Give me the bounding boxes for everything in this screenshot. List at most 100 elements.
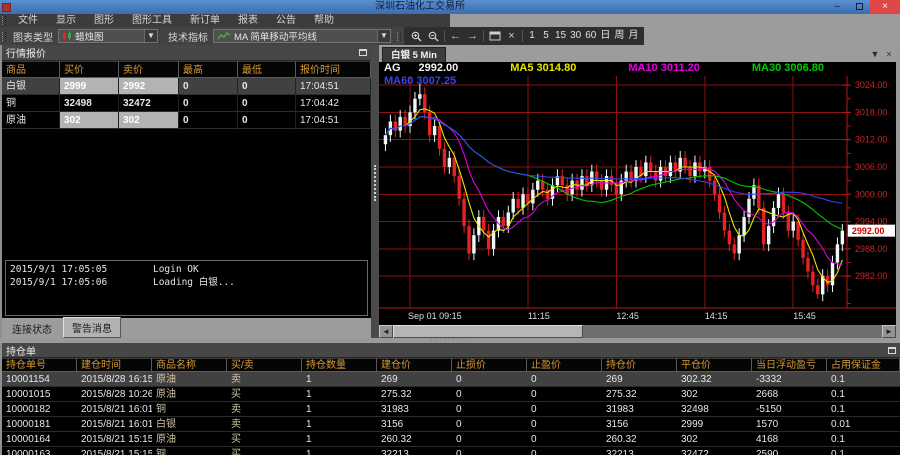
quote-cell-bid[interactable]: 32498	[60, 95, 119, 112]
position-cell[interactable]: 0	[452, 402, 527, 417]
period-button-日[interactable]: 日	[598, 27, 612, 45]
position-cell[interactable]: 0.1	[827, 372, 900, 387]
position-cell[interactable]: 0	[527, 387, 602, 402]
position-cell[interactable]: -3332	[752, 372, 827, 387]
position-cell[interactable]: 10000164	[2, 432, 77, 447]
position-cell[interactable]: 2015/8/21 16:01:29	[77, 402, 152, 417]
menu-item-3[interactable]: 图形	[85, 14, 123, 27]
position-cell[interactable]: 铜	[152, 447, 227, 455]
position-cell[interactable]: 2668	[752, 387, 827, 402]
position-cell[interactable]: 1	[302, 387, 377, 402]
menubar-grip[interactable]	[2, 16, 6, 25]
minimize-button[interactable]: –	[826, 0, 848, 14]
period-button-60[interactable]: 60	[583, 27, 598, 45]
position-cell[interactable]: 2999	[677, 417, 752, 432]
position-cell[interactable]: 1	[302, 372, 377, 387]
menu-item-4[interactable]: 图形工具	[123, 14, 181, 27]
position-cell[interactable]: 2590	[752, 447, 827, 455]
chart-type-dropdown[interactable]: 蜡烛图 ▼	[58, 29, 158, 43]
position-cell[interactable]: 买	[227, 447, 302, 455]
position-cell[interactable]: 1	[302, 417, 377, 432]
restore-panel-icon[interactable]	[888, 347, 896, 354]
position-cell[interactable]: 1	[302, 402, 377, 417]
quote-cell-name[interactable]: 白银	[2, 78, 60, 95]
scrollbar-thumb[interactable]	[393, 325, 583, 338]
position-cell[interactable]: 0	[527, 447, 602, 455]
position-cell[interactable]: 0.1	[827, 447, 900, 455]
quote-cell-ask[interactable]: 2992	[119, 78, 179, 95]
position-cell[interactable]: 260.32	[377, 432, 452, 447]
position-cell[interactable]: 260.32	[602, 432, 677, 447]
new-window-button[interactable]	[486, 29, 503, 44]
chevron-down-icon[interactable]: ▼	[144, 30, 157, 42]
position-cell[interactable]: 10001015	[2, 387, 77, 402]
quote-cell-name[interactable]: 原油	[2, 112, 60, 129]
position-cell[interactable]: 10000182	[2, 402, 77, 417]
position-cell[interactable]: 0.01	[827, 417, 900, 432]
candlestick-chart[interactable]: 3024.003018.003012.003006.003000.002994.…	[379, 62, 896, 325]
position-cell[interactable]: 0	[527, 432, 602, 447]
position-cell[interactable]: 32213	[377, 447, 452, 455]
quote-cell-name[interactable]: 铜	[2, 95, 60, 112]
position-cell[interactable]: 2015/8/28 10:26:20	[77, 387, 152, 402]
position-cell[interactable]: 卖	[227, 372, 302, 387]
scrollbar-right-arrow[interactable]: ►	[882, 325, 896, 338]
period-button-月[interactable]: 月	[626, 27, 640, 45]
quote-cell-time[interactable]: 17:04:42	[296, 95, 371, 112]
position-cell[interactable]: 269	[602, 372, 677, 387]
restore-panel-icon[interactable]	[359, 49, 367, 56]
tab-alert-messages[interactable]: 警告消息	[63, 317, 121, 338]
position-cell[interactable]: 4168	[752, 432, 827, 447]
chevron-down-icon[interactable]: ▼	[377, 30, 390, 42]
position-cell[interactable]: 0.1	[827, 402, 900, 417]
position-cell[interactable]: 10000163	[2, 447, 77, 455]
scroll-right-button[interactable]: →	[464, 29, 481, 44]
zoom-out-button[interactable]	[425, 29, 442, 44]
position-cell[interactable]: 买	[227, 387, 302, 402]
quote-cell-low[interactable]: 0	[238, 112, 296, 129]
tab-connection-status[interactable]: 连接状态	[4, 319, 60, 338]
quote-cell-time[interactable]: 17:04:51	[296, 112, 371, 129]
position-cell[interactable]: 2015/8/28 16:15:24	[77, 372, 152, 387]
position-cell[interactable]: 10000181	[2, 417, 77, 432]
position-cell[interactable]: 31983	[602, 402, 677, 417]
menu-item-1[interactable]: 文件	[9, 14, 47, 27]
position-cell[interactable]: 卖	[227, 417, 302, 432]
position-cell[interactable]: 32472	[677, 447, 752, 455]
position-cell[interactable]: 买	[227, 432, 302, 447]
position-cell[interactable]: 275.32	[377, 387, 452, 402]
position-cell[interactable]: 302	[677, 387, 752, 402]
position-cell[interactable]: 302	[677, 432, 752, 447]
position-cell[interactable]: 32498	[677, 402, 752, 417]
position-cell[interactable]: 2015/8/21 15:15:24	[77, 432, 152, 447]
position-cell[interactable]: 原油	[152, 432, 227, 447]
position-cell[interactable]: 卖	[227, 402, 302, 417]
indicator-dropdown[interactable]: MA 简单移动平均线 ▼	[213, 29, 391, 43]
scrollbar-track[interactable]	[393, 325, 882, 338]
position-cell[interactable]: 原油	[152, 372, 227, 387]
position-cell[interactable]: 3156	[602, 417, 677, 432]
menu-item-2[interactable]: 显示	[47, 14, 85, 27]
quote-cell-high[interactable]: 0	[179, 78, 238, 95]
position-cell[interactable]: 0	[452, 387, 527, 402]
toolbar-grip-2[interactable]	[397, 32, 401, 41]
position-cell[interactable]: 1	[302, 447, 377, 455]
position-cell[interactable]: -5150	[752, 402, 827, 417]
quote-cell-bid[interactable]: 302	[60, 112, 119, 129]
position-cell[interactable]: 0	[452, 372, 527, 387]
quote-cell-ask[interactable]: 302	[119, 112, 179, 129]
chart-tab-silver-5min[interactable]: 白银 5 Min	[382, 47, 446, 62]
position-cell[interactable]: 1	[302, 432, 377, 447]
period-button-周[interactable]: 周	[612, 27, 626, 45]
position-cell[interactable]: 32213	[602, 447, 677, 455]
position-cell[interactable]: 2015/8/21 15:15:01	[77, 447, 152, 455]
position-cell[interactable]: 0.1	[827, 387, 900, 402]
position-cell[interactable]: 0	[452, 432, 527, 447]
maximize-button[interactable]	[848, 0, 870, 14]
position-cell[interactable]: 原油	[152, 387, 227, 402]
zoom-in-button[interactable]	[408, 29, 425, 44]
period-button-5[interactable]: 5	[539, 27, 553, 45]
position-cell[interactable]: 白银	[152, 417, 227, 432]
position-cell[interactable]: 0.1	[827, 432, 900, 447]
period-button-30[interactable]: 30	[568, 27, 583, 45]
